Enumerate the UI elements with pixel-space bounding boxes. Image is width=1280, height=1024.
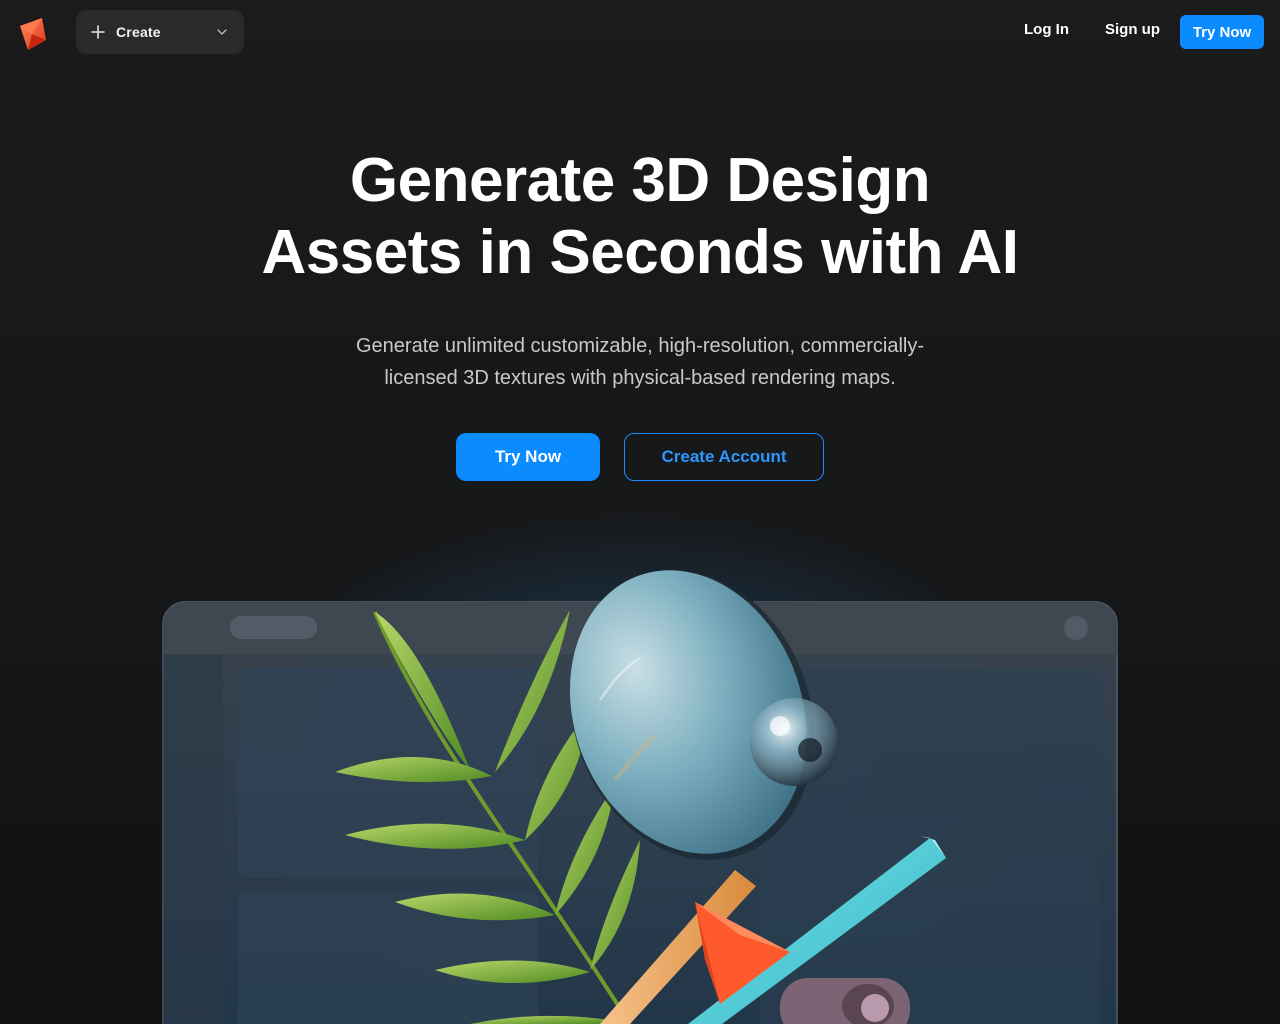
create-label: Create — [116, 24, 161, 40]
hero-subtitle: Generate unlimited customizable, high-re… — [320, 330, 960, 394]
glass-bubble-shape — [750, 698, 838, 786]
hero-title-line-1: Generate 3D Design — [349, 146, 931, 215]
create-dropdown-button[interactable]: Create — [76, 10, 244, 54]
hero-subtitle-line-2: licensed 3D textures with physical-based… — [384, 367, 896, 389]
hero-title: Generate 3D Design Assets in Seconds wit… — [0, 145, 1280, 289]
chevron-down-icon — [216, 25, 228, 37]
hero-illustration — [0, 540, 1280, 1024]
plus-icon — [90, 24, 106, 40]
create-account-button[interactable]: Create Account — [624, 433, 824, 481]
try-now-button[interactable]: Try Now — [456, 433, 600, 481]
login-link[interactable]: Log In — [1024, 21, 1069, 38]
landing-page: Create Log In Sign up Try Now Generate 3… — [0, 0, 1280, 1024]
signup-link[interactable]: Sign up — [1105, 21, 1160, 38]
nav-try-now-button[interactable]: Try Now — [1180, 15, 1264, 49]
torus-shape — [780, 978, 910, 1024]
hero-subtitle-line-1: Generate unlimited customizable, high-re… — [355, 335, 925, 357]
hero-title-line-2: Assets in Seconds with AI — [261, 218, 1019, 287]
brand-logo-icon[interactable] — [16, 16, 48, 52]
